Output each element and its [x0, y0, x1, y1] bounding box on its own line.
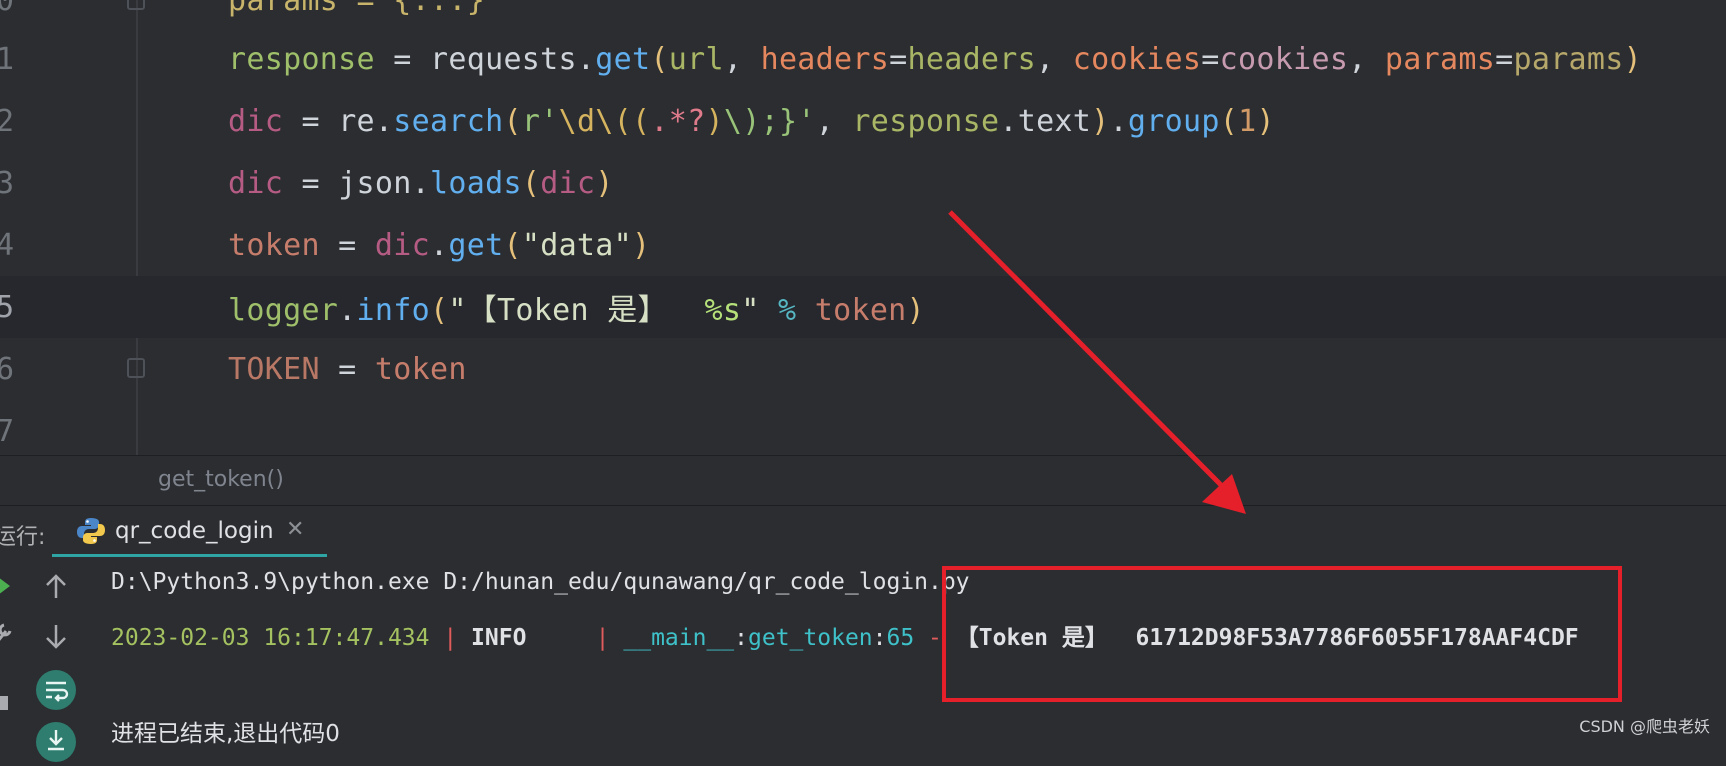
- watermark: CSDN @爬虫老妖: [1579, 717, 1710, 736]
- annotation-highlight-box: [942, 566, 1622, 702]
